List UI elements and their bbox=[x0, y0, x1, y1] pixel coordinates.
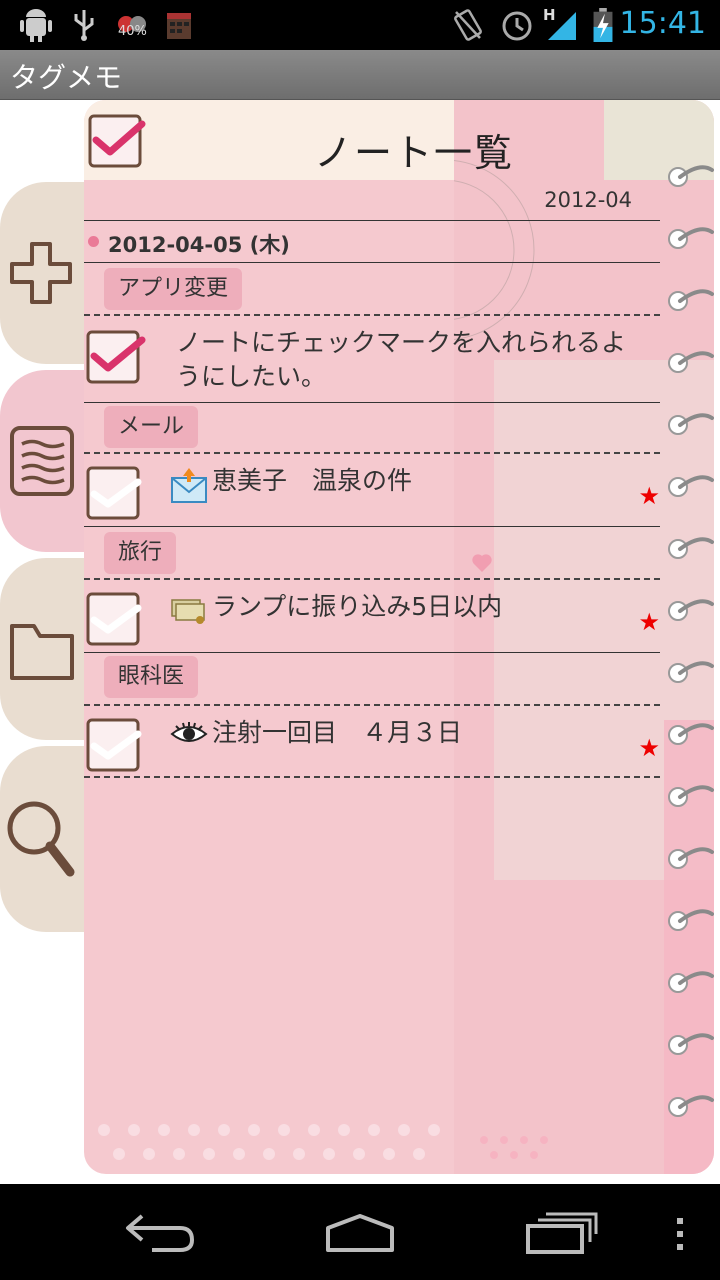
star-icon[interactable]: ★ bbox=[638, 734, 660, 762]
money-icon bbox=[171, 599, 205, 624]
usb-icon bbox=[74, 10, 94, 41]
spiral-ring bbox=[668, 971, 714, 993]
divider bbox=[84, 776, 660, 778]
note-item[interactable]: ランプに振り込み5日以内 ★ bbox=[84, 580, 660, 652]
mail-upload-icon bbox=[171, 468, 207, 503]
notebook: ノート一覧 2012-04 2012-04-05 (木) アプリ変更 ノートにチ… bbox=[84, 100, 714, 1184]
tab-folder[interactable] bbox=[0, 558, 96, 740]
folder-icon bbox=[10, 624, 74, 680]
battery-charging-icon bbox=[593, 8, 613, 42]
spiral-ring bbox=[668, 227, 714, 249]
clock-time: 15:41 bbox=[619, 6, 706, 41]
battery-percent-label: 40% bbox=[118, 24, 147, 39]
recent-apps-icon[interactable] bbox=[524, 1210, 600, 1256]
tag-chip[interactable]: メール bbox=[104, 406, 199, 448]
tab-search[interactable] bbox=[0, 746, 96, 932]
tab-note-list[interactable] bbox=[0, 370, 96, 552]
star-icon[interactable]: ★ bbox=[638, 482, 660, 510]
note-checkbox[interactable] bbox=[84, 324, 146, 386]
android-debug-icon bbox=[20, 9, 52, 42]
spiral-ring bbox=[668, 1033, 714, 1055]
tag-chip[interactable]: 旅行 bbox=[104, 532, 177, 574]
signal-icon bbox=[548, 12, 576, 40]
page-title: ノート一覧 bbox=[314, 131, 515, 175]
note-text: 恵美子 温泉の件 bbox=[212, 466, 413, 495]
spiral-ring bbox=[668, 165, 714, 187]
bottom-dots-decoration bbox=[98, 1124, 440, 1160]
tag-chip[interactable]: 眼科医 bbox=[104, 656, 199, 698]
spiral-ring bbox=[668, 475, 714, 497]
note-text: ノートにチェックマークを入れられるようにしたい。 bbox=[176, 328, 627, 391]
note-checkbox[interactable] bbox=[84, 462, 146, 524]
navigation-bar bbox=[0, 1184, 720, 1280]
calendar-widget-icon bbox=[167, 13, 191, 39]
alarm-icon bbox=[502, 11, 532, 41]
date-header: 2012-04-05 (木) bbox=[84, 220, 660, 262]
eye-icon bbox=[170, 722, 208, 742]
divider bbox=[84, 652, 660, 653]
home-icon[interactable] bbox=[320, 1212, 400, 1254]
note-item[interactable]: ノートにチェックマークを入れられるようにしたい。 bbox=[84, 316, 660, 402]
tab-add[interactable] bbox=[0, 182, 96, 364]
divider bbox=[84, 262, 660, 263]
note-text: 注射一回目 ４月３日 bbox=[212, 718, 463, 747]
tag-header: メール bbox=[84, 404, 660, 450]
spiral-ring bbox=[668, 599, 714, 621]
spiral-ring bbox=[668, 537, 714, 559]
note-checkbox[interactable] bbox=[84, 714, 146, 776]
star-icon[interactable]: ★ bbox=[638, 608, 660, 636]
spiral-ring bbox=[668, 1095, 714, 1117]
note-text: ランプに振り込み5日以内 bbox=[212, 592, 503, 621]
note-lines-icon bbox=[10, 426, 74, 496]
rotation-lock-icon bbox=[454, 9, 482, 41]
note-item[interactable]: 注射一回目 ４月３日 ★ bbox=[84, 706, 660, 776]
back-icon[interactable] bbox=[122, 1210, 198, 1254]
menu-overflow-icon[interactable] bbox=[674, 1216, 686, 1252]
spiral-ring bbox=[668, 847, 714, 869]
date-label: 2012-04-05 (木) bbox=[108, 233, 290, 257]
notebook-page: ノート一覧 2012-04 2012-04-05 (木) アプリ変更 ノートにチ… bbox=[84, 100, 714, 1174]
spiral-ring bbox=[668, 785, 714, 807]
spiral-ring bbox=[668, 723, 714, 745]
content-area: ノート一覧 2012-04 2012-04-05 (木) アプリ変更 ノートにチ… bbox=[0, 100, 720, 1184]
app-title: タグメモ bbox=[10, 61, 123, 94]
date-dot bbox=[88, 236, 99, 247]
tag-header: 眼科医 bbox=[84, 654, 660, 702]
month-header: 2012-04 bbox=[84, 182, 660, 220]
note-item[interactable]: 恵美子 温泉の件 ★ bbox=[84, 454, 660, 526]
divider bbox=[84, 402, 660, 403]
divider bbox=[84, 526, 660, 527]
select-all-checkbox[interactable] bbox=[86, 110, 146, 172]
month-label: 2012-04 bbox=[544, 188, 632, 212]
tag-header: 旅行 bbox=[84, 528, 660, 578]
spiral-ring bbox=[668, 351, 714, 373]
spiral-ring bbox=[668, 661, 714, 683]
tag-chip[interactable]: アプリ変更 bbox=[104, 268, 243, 310]
status-bar: 40% H 15:41 bbox=[0, 0, 720, 50]
spiral-ring bbox=[668, 909, 714, 931]
note-checkbox[interactable] bbox=[84, 588, 146, 650]
plus-icon bbox=[10, 242, 72, 304]
spiral-ring bbox=[668, 289, 714, 311]
spiral-ring bbox=[668, 413, 714, 435]
magnifier-icon bbox=[7, 801, 75, 877]
tag-header: アプリ変更 bbox=[84, 266, 660, 312]
action-bar: タグメモ bbox=[0, 50, 720, 100]
